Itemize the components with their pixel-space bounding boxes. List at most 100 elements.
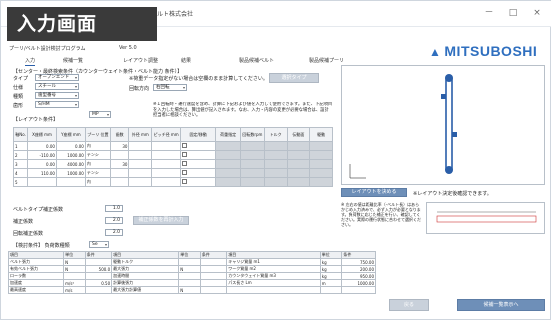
cell-od [128,141,153,151]
res-cell [63,272,86,280]
table-row: 加速度 m/s² 0.50 計算後張力 パス長さ Lm m 1000.00 [7,279,376,287]
cell-teeth[interactable]: 30 [109,159,130,169]
results-table: 項目 単位 条件 項目 単位 条件 項目 単位 条件 ベルト張力 N 駆動トルク … [7,251,376,294]
decide-layout-button[interactable]: レイアウトを決める [341,188,407,197]
col-pitch: ピッチ径 mm [151,127,182,142]
app-window: ベルト株式会社 － □ × 入力画面 プーリ/ベルト設計検討プログラム Ver … [0,0,551,320]
res-cell[interactable]: 750.00 [341,258,376,266]
res-cell[interactable]: 200.00 [341,265,376,273]
res-cell [319,286,343,294]
res-cell[interactable]: 1000.00 [341,279,376,287]
pitch-select[interactable]: S/HM [35,101,79,108]
cell-axis: 3 [12,159,29,169]
layout-section-title: 【レイアウト条件】 [13,117,59,123]
tab-layout[interactable]: レイアウト調整 [123,57,158,66]
layout-canvas[interactable] [341,65,545,185]
res-h-item3: 項目 [226,251,321,259]
res-cell: m/s [63,286,86,294]
fixed-checkbox[interactable] [182,179,188,184]
app-version: Ver 5.0 [119,45,137,51]
select-type-button[interactable]: 選択タイプ [269,73,319,83]
belt-preview-diagram [436,211,537,223]
cell-teeth[interactable]: 30 [109,141,130,151]
rotation-select[interactable]: 右回転 [153,84,187,91]
cell-y[interactable]: 4000.00 [55,159,86,169]
res-cell: パス長さ Lm [226,279,321,287]
cell-axis: 1 [12,141,29,151]
res-cell: ベルト張力 [7,258,65,266]
cell-y[interactable] [55,177,86,187]
cell-load [215,141,241,151]
res-cell [199,258,228,266]
cell-x[interactable]: 110.00 [27,168,57,178]
cell-position[interactable]: テンシ [84,150,111,160]
cell-x[interactable] [27,177,57,187]
cell-position[interactable]: テンシ [84,168,111,178]
belt-coef-input[interactable]: 1.0 [105,205,123,212]
tab-pulley-products[interactable]: 製品候補プーリ [309,57,344,66]
res-cell: 計算後張力 [111,279,180,287]
back-button[interactable]: 戻る [389,299,429,311]
cell-torque [263,141,288,151]
tab-input[interactable]: 入力 [25,57,36,66]
res-h-val3: 条件 [341,251,376,259]
cell-rpm [239,141,265,151]
show-candidates-button[interactable]: 候補一覧表示へ [457,299,545,311]
tensioner-left-icon[interactable] [441,94,446,99]
cell-fixed[interactable] [180,177,217,187]
cell-fixed[interactable] [180,168,217,178]
cell-surface [286,141,311,151]
cell-teeth[interactable] [109,150,130,160]
cell-pitch [151,168,182,178]
cell-y[interactable]: 0.00 [55,141,86,151]
res-cell: kg [319,258,343,266]
minimize-button[interactable]: － [479,6,499,20]
pulley-bottom-icon[interactable] [445,166,453,174]
kind-select[interactable]: 歯型番号 [35,92,79,99]
res-h-unit3: 単位 [319,251,343,259]
cell-fixed[interactable] [180,159,217,169]
pitch-sub-select[interactable]: MP [89,111,111,118]
recalc-coef-button[interactable]: 補正係数を再計入力 [133,216,189,225]
col-load: 荷重指定 [215,127,241,142]
fixed-checkbox[interactable] [182,152,188,157]
tab-belt-products[interactable]: 製品候補ベルト [239,57,274,66]
res-cell[interactable]: 950.00 [341,272,376,280]
maximize-button[interactable]: □ [503,6,523,20]
cell-fixed[interactable] [180,150,217,160]
table-row: 5 内 [12,177,333,187]
close-button[interactable]: × [527,6,547,20]
res-cell [178,279,201,287]
cell-x[interactable]: 0.00 [27,141,57,151]
drive-select[interactable]: スチール [35,83,79,90]
brand-logo: ▲ MITSUBOSHI [429,43,537,59]
cell-fixed[interactable] [180,141,217,151]
cell-teeth[interactable] [109,177,130,187]
res-cell: N [178,265,201,273]
tensioner-right-icon[interactable] [452,132,457,137]
cell-position[interactable]: 内 [84,177,111,187]
load-kind-select[interactable]: Se [89,241,109,248]
cell-y[interactable]: 1000.00 [55,150,86,160]
cell-od [128,168,153,178]
res-cell [199,286,228,294]
cell-position[interactable]: 内 [84,141,111,151]
tab-candidates[interactable]: 候補一覧 [63,57,83,66]
fixed-checkbox[interactable] [182,170,188,175]
cell-teeth[interactable] [109,168,130,178]
cell-x[interactable]: -110.00 [27,150,57,160]
load-coef-input[interactable]: 2.0 [105,217,123,224]
col-rpm: 回転数rpm [239,127,265,142]
fixed-checkbox[interactable] [182,161,188,166]
type-select[interactable]: オープンエンド [35,74,79,81]
fixed-checkbox[interactable] [182,143,188,148]
cell-position[interactable]: 内 [84,159,111,169]
cell-x[interactable]: 0.00 [27,159,57,169]
belt-preview [426,202,545,234]
tab-result[interactable]: 結果 [181,57,191,66]
rotation-coef-input[interactable]: 2.0 [105,229,123,236]
preview-belt-shape [436,215,537,223]
pulley-top-icon[interactable] [445,74,453,82]
app-title: プーリ/ベルト設計検討プログラム [9,46,86,52]
cell-y[interactable]: 1000.00 [55,168,86,178]
